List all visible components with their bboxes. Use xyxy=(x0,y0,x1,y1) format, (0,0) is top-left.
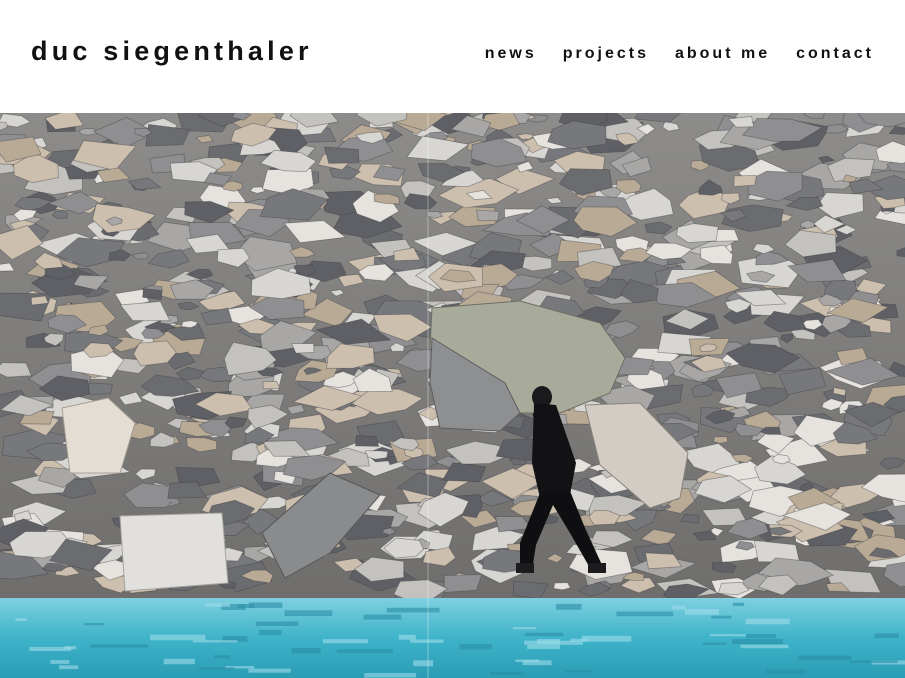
rock xyxy=(443,574,483,593)
rock xyxy=(355,434,380,447)
water-ripple xyxy=(490,671,524,676)
water-ripple xyxy=(59,665,79,670)
rock xyxy=(553,582,572,591)
white-boulder xyxy=(119,512,229,592)
water-ripple xyxy=(90,644,149,648)
water-ripple xyxy=(766,669,806,674)
water-ripple xyxy=(398,634,416,640)
water-ripple xyxy=(364,673,417,678)
water-ripple xyxy=(740,644,789,649)
water-ripple xyxy=(746,634,776,639)
water-ripple xyxy=(193,640,238,643)
rock xyxy=(290,343,315,354)
water-ripple xyxy=(732,638,783,645)
site-title-link[interactable]: duc siegenthaler xyxy=(31,36,313,67)
water-ripple xyxy=(83,623,105,626)
water-ripple xyxy=(386,607,440,613)
rock xyxy=(0,362,32,378)
water-ripple xyxy=(204,603,230,607)
water-ripple xyxy=(616,611,674,617)
water-ripple xyxy=(711,615,732,619)
water-ripple xyxy=(255,621,299,626)
water-ripple xyxy=(413,660,434,667)
rock xyxy=(476,209,500,222)
water-ripple xyxy=(199,667,235,670)
water-ripple xyxy=(150,634,206,641)
water-ripple xyxy=(684,609,720,615)
water-ripple xyxy=(733,602,745,607)
rock xyxy=(262,380,281,390)
water-ripple xyxy=(248,668,291,673)
water-ripple xyxy=(555,603,582,610)
water-ripple xyxy=(291,647,321,654)
water-ripple xyxy=(798,655,852,660)
water-ripple xyxy=(163,658,195,665)
rock xyxy=(733,174,757,187)
water-ripple xyxy=(513,627,537,630)
hero-image xyxy=(0,113,905,678)
hero-photo-rocky-lakeshore xyxy=(0,113,905,678)
water-ripple xyxy=(672,605,686,610)
rock xyxy=(30,295,49,306)
nav-about-me-link[interactable]: about me xyxy=(675,45,770,63)
water-ripple xyxy=(524,640,583,645)
nav-projects-link[interactable]: projects xyxy=(563,45,649,63)
nav-news-link[interactable]: news xyxy=(485,45,537,63)
rock xyxy=(323,146,360,164)
water-ripple xyxy=(709,634,747,637)
water-ripple xyxy=(259,629,282,635)
water-ripple xyxy=(703,642,727,645)
site-header: duc siegenthaler news projects about me … xyxy=(0,0,905,113)
water-ripple xyxy=(524,632,564,637)
water-ripple xyxy=(213,655,231,659)
water-ripple xyxy=(459,644,492,650)
water-ripple xyxy=(874,633,899,639)
water-ripple xyxy=(284,610,333,617)
nav-contact-link[interactable]: contact xyxy=(796,45,874,63)
water-ripple xyxy=(849,660,898,663)
water-ripple xyxy=(565,669,592,673)
water-ripple xyxy=(336,649,394,653)
water-ripple xyxy=(581,635,632,642)
water-ripple xyxy=(527,644,561,649)
water-ripple xyxy=(363,614,402,620)
water-ripple xyxy=(64,646,77,650)
water-ripple xyxy=(322,639,368,644)
water-ripple xyxy=(50,660,70,664)
water-ripple xyxy=(410,639,444,643)
main-nav: news projects about me contact xyxy=(485,45,874,63)
rock xyxy=(712,436,729,444)
water-ripple xyxy=(745,618,790,625)
rock xyxy=(87,382,113,395)
water-ripple xyxy=(522,660,552,666)
water-ripple xyxy=(15,618,27,621)
